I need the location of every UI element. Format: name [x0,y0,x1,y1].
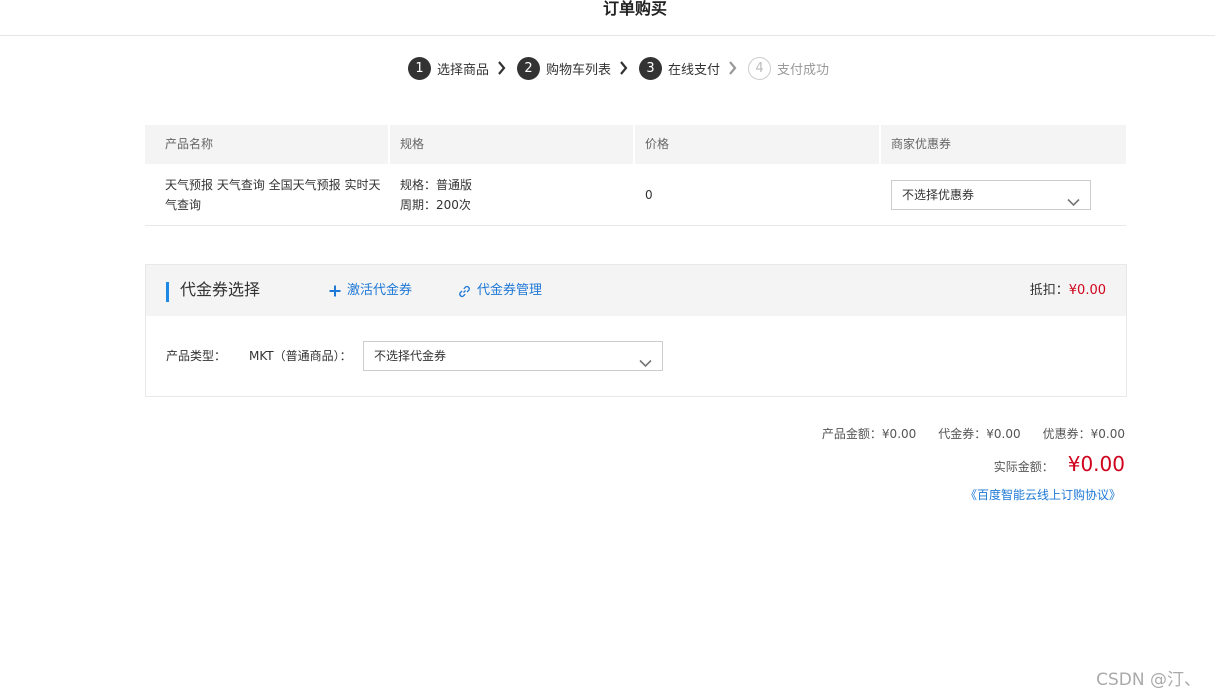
activate-voucher-link[interactable]: 激活代金券 [329,282,412,300]
section-accent-bar [166,282,169,302]
chevron-right-icon [497,61,506,75]
table-header: 产品名称 规格 价格 商家优惠券 [145,125,1126,164]
step-4: 4 支付成功 [748,56,830,80]
voucher-body: 产品类型： MKT（普通商品）： 不选择代金券 [146,316,1126,396]
step-number: 3 [639,56,663,80]
column-header: 产品名称 [145,125,390,164]
chevron-right-icon [728,61,737,75]
link-icon [459,285,470,297]
page-title: 订单购买 [602,0,667,18]
voucher-select-value: 不选择代金券 [374,349,447,363]
step-label: 购物车列表 [546,62,612,78]
step-3: 3 在线支付 [639,56,748,80]
deduction-label: 抵扣： [1029,283,1069,298]
product-table: 产品名称 规格 价格 商家优惠券 天气预报 天气查询 全国天气预报 实时天气查询… [145,125,1126,226]
voucher-title: 代金券选择 [180,280,261,299]
column-header: 规格 [390,125,635,164]
plus-icon [329,285,341,297]
product-spec: 规格：普通版 周期：200次 [390,164,635,225]
spec-version: 规格：普通版 [400,177,473,192]
voucher-header: 代金券选择 激活代金券 代金券管理 抵扣：¥0.00 [146,265,1126,316]
column-header: 商家优惠券 [891,137,952,151]
table-row: 天气预报 天气查询 全国天气预报 实时天气查询 规格：普通版 周期：200次 0… [145,164,1126,226]
chevron-right-icon [619,61,628,75]
product-type-value: MKT（普通商品）： [249,349,352,363]
step-2: 2 购物车列表 [517,56,639,80]
top-bar: 订单购买 [0,0,1215,36]
coupon-amount: 优惠券：¥0.00 [1042,427,1125,441]
actual-amount-value: ¥0.00 [1067,452,1125,476]
actual-amount-label: 实际金额： [993,460,1054,474]
chevron-down-icon [639,350,652,378]
product-type-label: 产品类型： [166,349,227,363]
step-number: 2 [517,56,541,80]
step-label: 在线支付 [668,62,721,78]
watermark: CSDN @汀、 [1096,670,1201,690]
chevron-down-icon [1067,189,1080,217]
step-label: 支付成功 [777,62,830,78]
step-label: 选择商品 [437,62,490,78]
actual-amount: 实际金额： ¥0.00 [994,452,1125,476]
spec-period: 周期：200次 [400,197,471,212]
agreement-link[interactable]: 《百度智能云线上订购协议》 [965,486,1121,503]
manage-voucher-link[interactable]: 代金券管理 [458,282,542,300]
column-header: 价格 [635,125,881,164]
step-number: 4 [748,56,772,80]
amount-summary: 产品金额：¥0.00 代金券：¥0.00 优惠券：¥0.00 [800,425,1125,442]
manage-voucher-label: 代金券管理 [477,283,543,298]
product-amount: 产品金额：¥0.00 [821,427,917,441]
voucher-amount: 代金券：¥0.00 [938,427,1021,441]
voucher-panel: 代金券选择 激活代金券 代金券管理 抵扣：¥0.00 产品类型： MKT（普通商… [145,264,1127,397]
deduction-info: 抵扣：¥0.00 [1030,282,1106,300]
coupon-select[interactable]: 不选择优惠券 [891,179,1091,210]
activate-voucher-label: 激活代金券 [347,283,413,298]
product-name: 天气预报 天气查询 全国天气预报 实时天气查询 [165,177,381,212]
progress-steps: 1 选择商品 2 购物车列表 3 在线支付 4 支付成功 [408,56,829,80]
coupon-cell: 不选择优惠券 [881,164,1126,225]
voucher-select[interactable]: 不选择代金券 [363,341,663,371]
coupon-select-value: 不选择优惠券 [902,187,975,202]
step-number: 1 [408,56,431,80]
product-price: 0 [645,187,653,202]
step-1: 1 选择商品 [408,56,517,80]
deduction-value: ¥0.00 [1068,283,1106,298]
